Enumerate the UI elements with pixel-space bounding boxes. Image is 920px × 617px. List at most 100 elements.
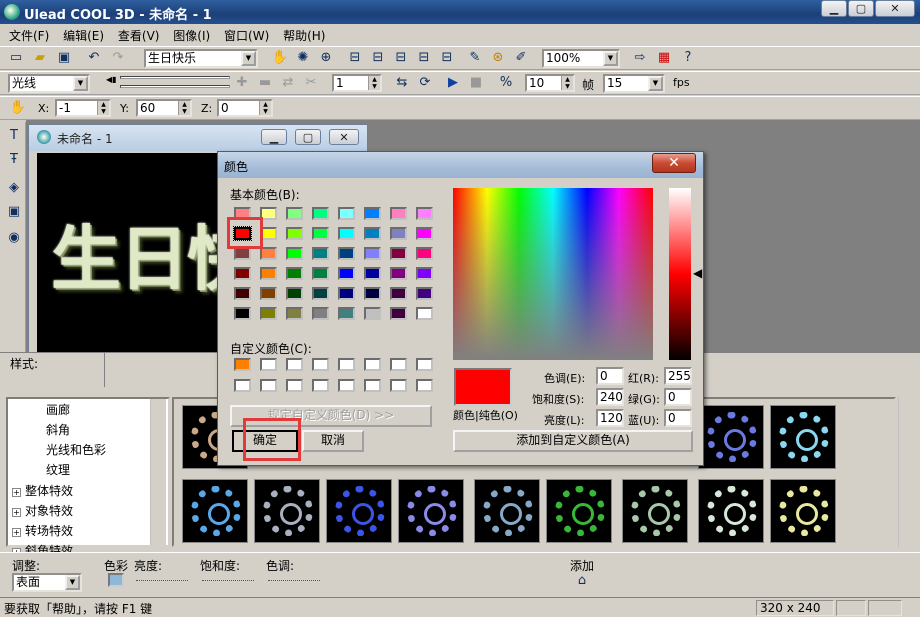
- basic-color-swatch[interactable]: [286, 287, 303, 300]
- shape-1-icon[interactable]: ⊟: [345, 48, 365, 68]
- hue-slider[interactable]: [268, 575, 320, 581]
- select-tool-icon[interactable]: ▣: [4, 202, 24, 222]
- basic-color-swatch[interactable]: [312, 247, 329, 260]
- custom-color-swatch[interactable]: [364, 358, 381, 371]
- custom-color-swatch[interactable]: [390, 379, 407, 392]
- thumbnail[interactable]: [546, 479, 612, 543]
- play-icon[interactable]: ▶: [443, 73, 463, 93]
- loop-icon[interactable]: ⇆: [392, 73, 412, 93]
- basic-color-swatch[interactable]: [312, 287, 329, 300]
- hand-icon[interactable]: ✋: [270, 48, 290, 68]
- basic-color-swatch[interactable]: [416, 247, 433, 260]
- basic-color-swatch[interactable]: [234, 267, 251, 280]
- basic-color-swatch[interactable]: [390, 267, 407, 280]
- menu-edit[interactable]: 编辑(E): [58, 24, 109, 44]
- green-input[interactable]: 0: [664, 388, 692, 406]
- thumbnail[interactable]: [326, 479, 392, 543]
- saturation-slider[interactable]: [202, 575, 254, 581]
- basic-color-swatch[interactable]: [390, 307, 407, 320]
- chevron-down-icon[interactable]: ▼: [241, 51, 256, 66]
- shape-4-icon[interactable]: ⊟: [414, 48, 434, 68]
- tree-group-global[interactable]: + 整体特效: [12, 482, 73, 499]
- add-to-custom-button[interactable]: 添加到自定义颜色(A): [453, 430, 693, 452]
- menu-view[interactable]: 查看(V): [113, 24, 165, 44]
- basic-color-swatch[interactable]: [286, 307, 303, 320]
- thumbnail[interactable]: [622, 479, 688, 543]
- expand-icon[interactable]: +: [12, 508, 21, 517]
- save-icon[interactable]: ▣: [54, 48, 74, 68]
- basic-color-swatch[interactable]: [364, 287, 381, 300]
- basic-color-swatch[interactable]: [416, 307, 433, 320]
- zoom-combo[interactable]: 100% ▼: [542, 49, 620, 68]
- custom-color-swatch[interactable]: [338, 379, 355, 392]
- percent-icon[interactable]: %: [496, 73, 516, 93]
- text-tool-icon[interactable]: T: [4, 126, 24, 146]
- basic-color-swatch[interactable]: [338, 247, 355, 260]
- fps-input[interactable]: 10 ▲ ▼: [525, 74, 575, 92]
- custom-color-swatch[interactable]: [260, 379, 277, 392]
- thumbnail[interactable]: [698, 479, 764, 543]
- object-tool-icon[interactable]: ◈: [4, 178, 24, 198]
- tree-item-light-color[interactable]: 光线和色彩: [46, 441, 106, 458]
- tree-scrollbar[interactable]: [150, 399, 166, 545]
- color-spectrum[interactable]: [453, 188, 653, 360]
- tree-item-bevel[interactable]: 斜角: [46, 421, 70, 438]
- basic-color-swatch[interactable]: [364, 227, 381, 240]
- thumbnail[interactable]: [474, 479, 540, 543]
- magic-icon[interactable]: ✎: [465, 48, 485, 68]
- basic-color-swatch[interactable]: [312, 307, 329, 320]
- remove-key-icon[interactable]: ▬: [255, 73, 275, 93]
- basic-color-swatch[interactable]: [234, 287, 251, 300]
- basic-color-swatch[interactable]: [286, 227, 303, 240]
- delete-key-icon[interactable]: ✂: [301, 73, 321, 93]
- frame-count-combo[interactable]: 15 ▼: [603, 74, 665, 93]
- shape-5-icon[interactable]: ⊟: [437, 48, 457, 68]
- custom-color-swatch[interactable]: [390, 358, 407, 371]
- basic-color-swatch[interactable]: [312, 267, 329, 280]
- custom-color-swatch[interactable]: [312, 379, 329, 392]
- basic-color-swatch[interactable]: [364, 247, 381, 260]
- basic-color-swatch[interactable]: [364, 207, 381, 220]
- timeline-slider[interactable]: [120, 76, 230, 79]
- reverse-icon[interactable]: ⇄: [278, 73, 298, 93]
- basic-color-swatch[interactable]: [286, 207, 303, 220]
- menu-file[interactable]: 文件(F): [4, 24, 54, 44]
- basic-color-swatch[interactable]: [234, 307, 251, 320]
- basic-color-swatch[interactable]: [338, 307, 355, 320]
- shape-tool-icon[interactable]: ◉: [4, 228, 24, 248]
- menu-image[interactable]: 图像(I): [168, 24, 215, 44]
- resize-icon[interactable]: ⊕: [316, 48, 336, 68]
- thumbnail[interactable]: [254, 479, 320, 543]
- chevron-down-icon[interactable]: ▼: [603, 51, 618, 66]
- thumbnail[interactable]: [698, 405, 764, 469]
- object-combo[interactable]: 光线 ▼: [8, 74, 90, 93]
- hue-input[interactable]: 0: [596, 367, 624, 385]
- brightness-slider[interactable]: [136, 575, 188, 581]
- maximize-button[interactable]: ▢: [848, 0, 874, 17]
- expand-icon[interactable]: +: [12, 488, 21, 497]
- basic-color-swatch[interactable]: [416, 207, 433, 220]
- basic-color-swatch[interactable]: [416, 287, 433, 300]
- cancel-button[interactable]: 取消: [302, 430, 364, 452]
- custom-color-swatch[interactable]: [286, 379, 303, 392]
- globe-icon[interactable]: ⊛: [488, 48, 508, 68]
- text-combo[interactable]: 生日快乐 ▼: [144, 49, 258, 68]
- color-swatch[interactable]: [108, 573, 124, 587]
- basic-color-swatch[interactable]: [390, 207, 407, 220]
- rotate-icon[interactable]: ✺: [293, 48, 313, 68]
- z-input[interactable]: 0 ▲ ▼: [217, 99, 273, 117]
- red-input[interactable]: 255: [664, 367, 692, 385]
- redo-icon[interactable]: ↷: [108, 48, 128, 68]
- stop-icon[interactable]: ■: [466, 73, 486, 93]
- x-input[interactable]: -1 ▲ ▼: [55, 99, 111, 117]
- add-key-icon[interactable]: ✚: [232, 73, 252, 93]
- tree-group-object[interactable]: + 对象特效: [12, 502, 73, 519]
- basic-color-swatch[interactable]: [312, 227, 329, 240]
- saturation-input[interactable]: 240: [596, 388, 624, 406]
- add-icon[interactable]: ⌂: [572, 571, 592, 591]
- tree-item-gallery[interactable]: 画廊: [46, 401, 70, 418]
- custom-color-swatch[interactable]: [286, 358, 303, 371]
- basic-color-swatch[interactable]: [260, 267, 277, 280]
- basic-color-swatch[interactable]: [338, 267, 355, 280]
- basic-color-swatch[interactable]: [390, 287, 407, 300]
